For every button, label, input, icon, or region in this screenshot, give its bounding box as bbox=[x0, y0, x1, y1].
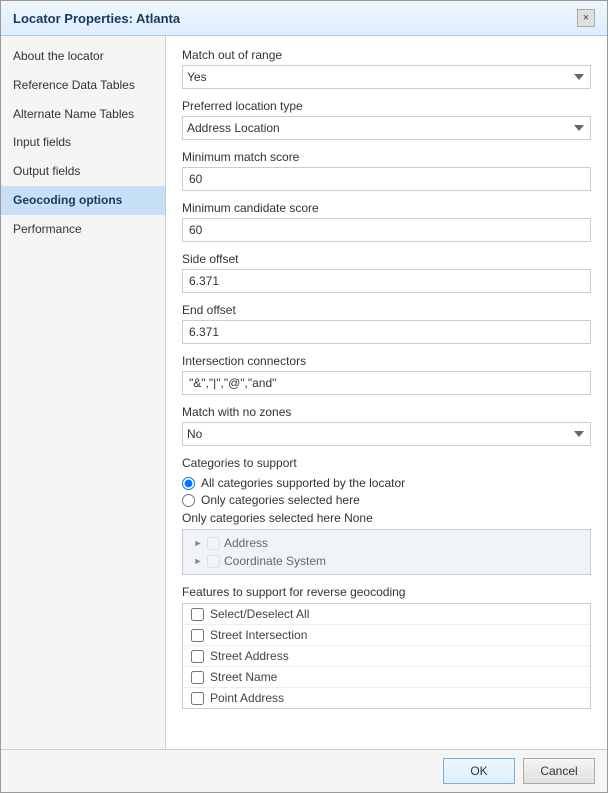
radio-only-label: Only categories selected here bbox=[201, 493, 360, 507]
match-out-of-range-select[interactable]: Yes No bbox=[182, 65, 591, 89]
intersection-connectors-input[interactable]: "&","|","@","and" bbox=[182, 371, 591, 395]
end-offset-input[interactable]: 6.371 bbox=[182, 320, 591, 344]
reverse-geo-item-street-name: Street Name bbox=[183, 667, 590, 688]
dialog-footer: OK Cancel bbox=[1, 749, 607, 792]
categories-section-label: Categories to support bbox=[182, 456, 591, 470]
reverse-geo-item-point-address: Point Address bbox=[183, 688, 590, 708]
end-offset-label: End offset bbox=[182, 303, 591, 317]
side-offset-label: Side offset bbox=[182, 252, 591, 266]
dialog-body: About the locatorReference Data TablesAl… bbox=[1, 36, 607, 749]
radio-all-input[interactable] bbox=[182, 477, 195, 490]
side-offset-group: Side offset 6.371 bbox=[182, 252, 591, 293]
reverse-geo-label-point-address: Point Address bbox=[210, 691, 284, 705]
min-candidate-score-group: Minimum candidate score 60 bbox=[182, 201, 591, 242]
sidebar-item-reference[interactable]: Reference Data Tables bbox=[1, 71, 165, 100]
radio-group-categories: All categories supported by the locator … bbox=[182, 476, 591, 507]
match-out-of-range-group: Match out of range Yes No bbox=[182, 48, 591, 89]
tree-item-coordinate: ► Coordinate System bbox=[191, 552, 582, 570]
sidebar-item-alternate[interactable]: Alternate Name Tables bbox=[1, 100, 165, 129]
min-match-score-group: Minimum match score 60 bbox=[182, 150, 591, 191]
radio-all-label: All categories supported by the locator bbox=[201, 476, 405, 490]
tree-check-address[interactable] bbox=[207, 537, 220, 550]
categories-group: Categories to support All categories sup… bbox=[182, 456, 591, 575]
reverse-geo-item-street-address: Street Address bbox=[183, 646, 590, 667]
close-icon: × bbox=[583, 12, 589, 24]
dialog-title: Locator Properties: Atlanta bbox=[13, 11, 180, 26]
tree-arrow-address[interactable]: ► bbox=[191, 536, 205, 550]
categories-tree-box: ► Address ► Coordinate System bbox=[182, 529, 591, 575]
tree-item-address: ► Address bbox=[191, 534, 582, 552]
intersection-connectors-label: Intersection connectors bbox=[182, 354, 591, 368]
tree-label-coordinate: Coordinate System bbox=[224, 554, 326, 568]
radio-only-input[interactable] bbox=[182, 494, 195, 507]
reverse-geo-label-select-all: Select/Deselect All bbox=[210, 607, 309, 621]
sidebar-item-output[interactable]: Output fields bbox=[1, 157, 165, 186]
intersection-connectors-group: Intersection connectors "&","|","@","and… bbox=[182, 354, 591, 395]
cancel-button[interactable]: Cancel bbox=[523, 758, 595, 784]
reverse-geocoding-group: Features to support for reverse geocodin… bbox=[182, 585, 591, 709]
reverse-geocoding-box: Select/Deselect All Street Intersection … bbox=[182, 603, 591, 709]
min-match-score-label: Minimum match score bbox=[182, 150, 591, 164]
side-offset-input[interactable]: 6.371 bbox=[182, 269, 591, 293]
reverse-geo-check-point-address[interactable] bbox=[191, 692, 204, 705]
preferred-location-type-group: Preferred location type Address Location… bbox=[182, 99, 591, 140]
match-no-zones-select[interactable]: No Yes bbox=[182, 422, 591, 446]
locator-properties-dialog: Locator Properties: Atlanta × About the … bbox=[0, 0, 608, 793]
radio-only-categories[interactable]: Only categories selected here bbox=[182, 493, 591, 507]
radio-all-categories[interactable]: All categories supported by the locator bbox=[182, 476, 591, 490]
title-bar: Locator Properties: Atlanta × bbox=[1, 1, 607, 36]
tree-label-address: Address bbox=[224, 536, 268, 550]
sidebar: About the locatorReference Data TablesAl… bbox=[1, 36, 166, 749]
match-no-zones-group: Match with no zones No Yes bbox=[182, 405, 591, 446]
ok-button[interactable]: OK bbox=[443, 758, 515, 784]
min-candidate-score-label: Minimum candidate score bbox=[182, 201, 591, 215]
match-no-zones-label: Match with no zones bbox=[182, 405, 591, 419]
preferred-location-type-select[interactable]: Address Location Routing Location bbox=[182, 116, 591, 140]
reverse-geo-label-street-address: Street Address bbox=[210, 649, 289, 663]
reverse-geo-item-select-all: Select/Deselect All bbox=[183, 604, 590, 625]
reverse-geocoding-label: Features to support for reverse geocodin… bbox=[182, 585, 591, 599]
reverse-geo-label-street-intersection: Street Intersection bbox=[210, 628, 307, 642]
end-offset-group: End offset 6.371 bbox=[182, 303, 591, 344]
only-categories-label: Only categories selected here None bbox=[182, 511, 591, 525]
tree-check-coordinate[interactable] bbox=[207, 555, 220, 568]
reverse-geo-check-street-name[interactable] bbox=[191, 671, 204, 684]
reverse-geo-check-street-intersection[interactable] bbox=[191, 629, 204, 642]
sidebar-item-geocoding[interactable]: Geocoding options bbox=[1, 186, 165, 215]
reverse-geo-check-street-address[interactable] bbox=[191, 650, 204, 663]
reverse-geo-check-select-all[interactable] bbox=[191, 608, 204, 621]
close-button[interactable]: × bbox=[577, 9, 595, 27]
min-match-score-input[interactable]: 60 bbox=[182, 167, 591, 191]
tree-arrow-coordinate[interactable]: ► bbox=[191, 554, 205, 568]
match-out-of-range-label: Match out of range bbox=[182, 48, 591, 62]
sidebar-item-performance[interactable]: Performance bbox=[1, 215, 165, 244]
main-content: Match out of range Yes No Preferred loca… bbox=[166, 36, 607, 749]
reverse-geo-label-street-name: Street Name bbox=[210, 670, 277, 684]
sidebar-item-input[interactable]: Input fields bbox=[1, 128, 165, 157]
min-candidate-score-input[interactable]: 60 bbox=[182, 218, 591, 242]
preferred-location-type-label: Preferred location type bbox=[182, 99, 591, 113]
sidebar-item-about[interactable]: About the locator bbox=[1, 42, 165, 71]
reverse-geo-item-street-intersection: Street Intersection bbox=[183, 625, 590, 646]
